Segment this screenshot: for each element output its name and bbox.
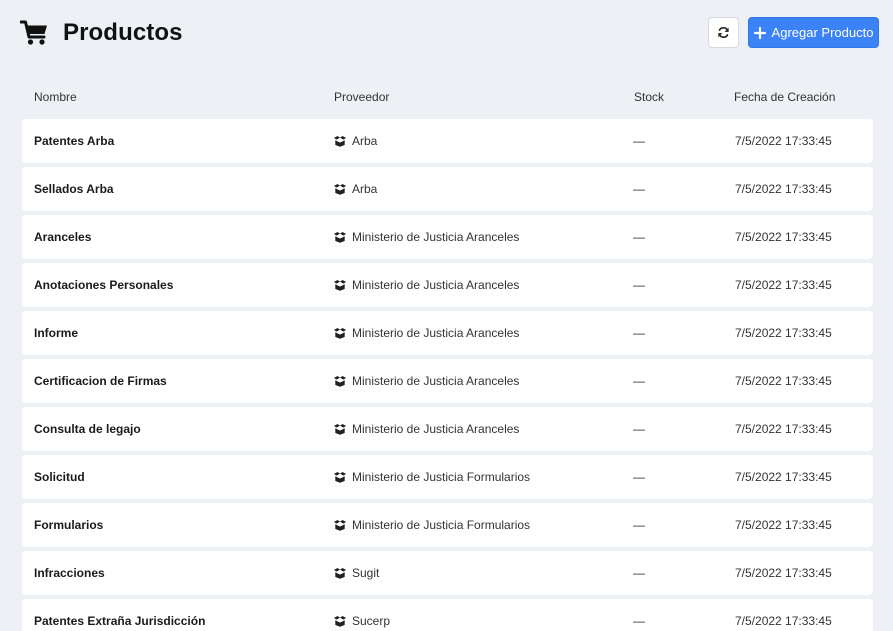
product-provider: Ministerio de Justicia Aranceles bbox=[333, 263, 519, 307]
table-row[interactable]: Patentes Arba Arba — 7/5/2022 17:33:45 bbox=[22, 119, 873, 163]
product-created-date: 7/5/2022 17:33:45 bbox=[735, 374, 832, 388]
provider-name: Ministerio de Justicia Formularios bbox=[352, 518, 531, 532]
products-table-body: Patentes Arba Arba —7/5/2022 17:33:45 Sella… bbox=[22, 119, 873, 631]
product-name: Patentes Extraña Jurisdicción bbox=[34, 614, 206, 628]
table-header: Nombre Proveedor Stock Fecha de Creación bbox=[22, 86, 873, 110]
product-stock: — bbox=[633, 470, 645, 484]
provider-name: Ministerio de Justicia Aranceles bbox=[352, 230, 520, 244]
product-stock: — bbox=[633, 230, 645, 244]
box-icon bbox=[334, 184, 346, 195]
box-icon bbox=[334, 280, 346, 291]
product-name: Formularios bbox=[34, 518, 104, 532]
product-created-date: 7/5/2022 17:33:45 bbox=[735, 182, 832, 196]
provider-name: Ministerio de Justicia Aranceles bbox=[352, 278, 520, 292]
product-stock: — bbox=[633, 422, 645, 436]
product-provider: Ministerio de Justicia Formularios bbox=[333, 455, 530, 499]
provider-name: Arba bbox=[352, 182, 378, 196]
product-provider: Arba bbox=[333, 167, 377, 211]
box-icon bbox=[334, 232, 346, 243]
product-name: Consulta de legajo bbox=[34, 422, 141, 436]
products-page: Productos Agregar Producto Nombre Provee… bbox=[0, 0, 893, 631]
box-icon bbox=[334, 328, 346, 339]
product-stock: — bbox=[633, 566, 645, 580]
product-name: Sellados Arba bbox=[34, 182, 114, 196]
product-provider: Arba bbox=[333, 119, 377, 163]
product-stock: — bbox=[633, 182, 645, 196]
table-row[interactable]: Formularios Ministerio de Justicia Formul… bbox=[22, 503, 873, 547]
plus-icon bbox=[753, 26, 766, 39]
product-stock: — bbox=[633, 614, 645, 628]
provider-name: Ministerio de Justicia Aranceles bbox=[352, 326, 520, 340]
product-provider: Ministerio de Justicia Formularios bbox=[333, 503, 530, 547]
product-name: Infracciones bbox=[34, 566, 105, 580]
product-stock: — bbox=[633, 326, 645, 340]
product-provider: Sucerp bbox=[333, 599, 390, 631]
column-header-proveedor[interactable]: Proveedor bbox=[334, 90, 389, 104]
table-row[interactable]: Sellados Arba Arba — 7/5/2022 17:33:45 bbox=[22, 167, 873, 211]
provider-name: Sucerp bbox=[352, 614, 391, 628]
shopping-cart-icon bbox=[20, 20, 47, 45]
add-product-button[interactable]: Agregar Producto bbox=[748, 17, 879, 48]
box-icon bbox=[334, 136, 346, 147]
product-name: Certificacion de Firmas bbox=[34, 374, 167, 388]
product-provider: Ministerio de Justicia Aranceles bbox=[333, 311, 519, 355]
table-row[interactable]: Informe Ministerio de Justicia Aranceles —… bbox=[22, 311, 873, 355]
box-icon bbox=[334, 616, 346, 627]
box-icon bbox=[334, 472, 346, 483]
product-created-date: 7/5/2022 17:33:45 bbox=[735, 614, 832, 628]
table-row[interactable]: Infracciones Sugit — 7/5/2022 17:33:45 bbox=[22, 551, 873, 595]
product-created-date: 7/5/2022 17:33:45 bbox=[735, 518, 832, 532]
column-header-nombre[interactable]: Nombre bbox=[34, 90, 77, 104]
product-name: Patentes Arba bbox=[34, 134, 115, 148]
product-name: Informe bbox=[34, 326, 79, 340]
box-icon bbox=[334, 424, 346, 435]
box-icon bbox=[334, 376, 346, 387]
table-row[interactable]: Consulta de legajo Ministerio de Justicia… bbox=[22, 407, 873, 451]
table-row[interactable]: Anotaciones Personales Ministerio de Just… bbox=[22, 263, 873, 307]
table-row[interactable]: Patentes Extraña Jurisdicción Sucerp — 7/5/… bbox=[22, 599, 873, 631]
product-created-date: 7/5/2022 17:33:45 bbox=[735, 566, 832, 580]
column-header-fecha[interactable]: Fecha de Creación bbox=[734, 90, 835, 104]
product-name: Solicitud bbox=[34, 470, 85, 484]
product-created-date: 7/5/2022 17:33:45 bbox=[735, 278, 832, 292]
product-stock: — bbox=[633, 518, 645, 532]
column-header-stock[interactable]: Stock bbox=[634, 90, 664, 104]
provider-name: Ministerio de Justicia Formularios bbox=[352, 470, 531, 484]
provider-name: Arba bbox=[352, 134, 378, 148]
refresh-button[interactable] bbox=[708, 17, 739, 48]
product-created-date: 7/5/2022 17:33:45 bbox=[735, 470, 832, 484]
refresh-icon bbox=[718, 26, 729, 39]
product-stock: — bbox=[633, 134, 645, 148]
product-stock: — bbox=[633, 278, 645, 292]
product-created-date: 7/5/2022 17:33:45 bbox=[735, 422, 832, 436]
box-icon bbox=[334, 568, 346, 579]
table-row[interactable]: Solicitud Ministerio de Justicia Formular… bbox=[22, 455, 873, 499]
product-created-date: 7/5/2022 17:33:45 bbox=[735, 230, 832, 244]
provider-name: Sugit bbox=[352, 566, 380, 580]
page-header: Productos Agregar Producto bbox=[0, 0, 893, 68]
provider-name: Ministerio de Justicia Aranceles bbox=[352, 374, 520, 388]
add-product-label: Agregar Producto bbox=[771, 25, 874, 40]
page-title: Productos bbox=[63, 19, 183, 46]
product-provider: Sugit bbox=[333, 551, 379, 595]
product-created-date: 7/5/2022 17:33:45 bbox=[735, 134, 832, 148]
product-provider: Ministerio de Justicia Aranceles bbox=[333, 359, 519, 403]
table-row[interactable]: Certificacion de Firmas Ministerio de Jus… bbox=[22, 359, 873, 403]
provider-name: Ministerio de Justicia Aranceles bbox=[352, 422, 520, 436]
box-icon bbox=[334, 520, 346, 531]
product-provider: Ministerio de Justicia Aranceles bbox=[333, 407, 519, 451]
product-created-date: 7/5/2022 17:33:45 bbox=[735, 326, 832, 340]
product-stock: — bbox=[633, 374, 645, 388]
product-name: Anotaciones Personales bbox=[34, 278, 174, 292]
product-name: Aranceles bbox=[34, 230, 92, 244]
table-row[interactable]: Aranceles Ministerio de Justicia Arancele… bbox=[22, 215, 873, 259]
product-provider: Ministerio de Justicia Aranceles bbox=[333, 215, 519, 259]
